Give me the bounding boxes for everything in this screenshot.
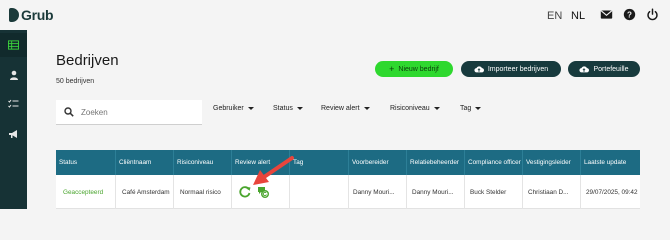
filter-risk-level[interactable]: Risiconiveau [390, 105, 440, 112]
cell-risk-level: Normaal risico [174, 175, 232, 209]
new-company-button[interactable]: + Nieuw bedrijf [375, 61, 453, 77]
header-branch-manager[interactable]: Vestigingsleider [523, 150, 581, 175]
cloud-upload-icon [474, 66, 484, 73]
filter-tag[interactable]: Tag [460, 105, 482, 112]
sidebar-item-announcements[interactable] [0, 122, 27, 146]
cell-status: Geaccepteerd [56, 175, 116, 209]
portfolio-label: Portefeuille [593, 65, 629, 73]
sidebar-item-users[interactable] [0, 63, 27, 87]
header-compliance-officer[interactable]: Compliance officer [465, 150, 523, 175]
search-icon [64, 107, 74, 117]
user-icon [9, 70, 18, 80]
company-count: 50 bedrijven [56, 78, 95, 85]
header-client-name[interactable]: Cliëntnaam [116, 150, 174, 175]
logo-mark [9, 8, 19, 22]
power-icon[interactable] [646, 8, 659, 21]
cell-branch-manager: Christiaan D... [523, 175, 581, 209]
import-companies-label: Importeer bedrijven [487, 65, 549, 73]
cell-client-name[interactable]: Café Amsterdam [116, 175, 174, 209]
brand-logo[interactable]: Grub [9, 7, 54, 23]
table-row[interactable]: Geaccepteerd Café Amsterdam Normaal risi… [56, 175, 640, 209]
caret-down-icon [363, 107, 370, 110]
filter-review-alert[interactable]: Review alert [321, 105, 370, 112]
sidebar-item-tasks[interactable] [0, 92, 27, 116]
filter-status-label: Status [273, 105, 293, 112]
header-status[interactable]: Status [56, 150, 116, 175]
search-input[interactable] [81, 107, 191, 117]
mail-icon[interactable] [600, 8, 613, 21]
main-content: Bedrijven 50 bedrijven + Nieuw bedrijf I… [27, 30, 670, 209]
checklist-icon [8, 99, 19, 108]
brand-name: Grub [21, 7, 54, 23]
filter-status[interactable]: Status [273, 105, 303, 112]
cloud-upload-icon [579, 66, 590, 73]
table-header: Status Cliëntnaam Risiconiveau Review al… [56, 150, 640, 175]
page-title: Bedrijven [56, 52, 119, 69]
import-companies-button[interactable]: Importeer bedrijven [461, 61, 561, 77]
language-nl-button[interactable]: NL [571, 10, 585, 22]
filter-user-label: Gebruiker [213, 105, 244, 112]
cell-relation-manager: Danny Mouri... [407, 175, 465, 209]
caret-down-icon [475, 107, 482, 110]
caret-down-icon [247, 107, 254, 110]
search-box [56, 100, 202, 125]
filter-review-alert-label: Review alert [321, 105, 360, 112]
header-relation-manager[interactable]: Relatiebeheerder [407, 150, 465, 175]
header-risk-level[interactable]: Risiconiveau [174, 150, 232, 175]
top-bar: Grub EN NL ? [0, 0, 670, 30]
filter-tag-label: Tag [460, 105, 472, 112]
companies-icon [8, 40, 19, 50]
svg-text:?: ? [627, 10, 632, 19]
sidebar [0, 30, 27, 209]
cell-tag [290, 175, 349, 209]
cell-last-update: 29/07/2025, 09:42 [586, 188, 638, 196]
language-en-button[interactable]: EN [547, 10, 562, 22]
help-icon[interactable]: ? [623, 8, 636, 21]
plus-icon: + [389, 63, 395, 74]
header-preparer[interactable]: Voorbereider [349, 150, 407, 175]
caret-down-icon [433, 107, 440, 110]
portfolio-button[interactable]: Portefeuille [568, 61, 640, 77]
filter-risk-level-label: Risiconiveau [390, 105, 430, 112]
filter-user[interactable]: Gebruiker [213, 105, 254, 112]
caret-down-icon [296, 107, 303, 110]
header-last-update[interactable]: Laatste update [581, 150, 640, 175]
sidebar-item-companies[interactable] [0, 33, 27, 57]
megaphone-icon [9, 130, 17, 138]
annotation-arrow [253, 156, 294, 185]
cell-compliance-officer: Buck Stelder [465, 175, 523, 209]
header-tag[interactable]: Tag [290, 150, 349, 175]
new-company-label: Nieuw bedrijf [398, 65, 439, 73]
cell-preparer: Danny Mouri... [349, 175, 407, 209]
